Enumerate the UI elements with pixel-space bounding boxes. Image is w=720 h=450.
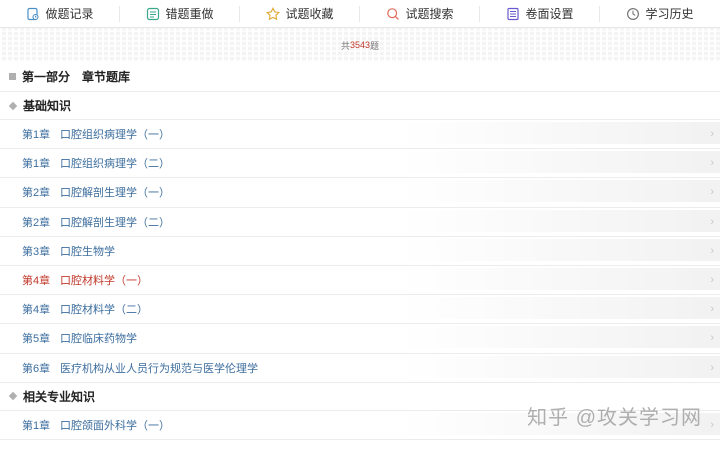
star-icon <box>266 6 281 20</box>
settings-icon <box>507 7 520 20</box>
count-suffix: 题 <box>370 40 380 51</box>
settings-button[interactable]: 卷面设置 <box>480 0 600 27</box>
count-number: 3543 <box>349 40 371 50</box>
chapter-row[interactable]: 第4章 口腔材料学（一） › <box>0 266 720 296</box>
redo-wrong-button[interactable]: 错题重做 <box>120 0 240 27</box>
toolbar: 做题记录 错题重做 试题收藏 试题搜索 卷面设置 学习历史 <box>0 0 720 28</box>
row-shade <box>400 209 720 232</box>
record-icon <box>27 7 40 20</box>
part-title: 第一部分 章节题库 <box>22 70 131 84</box>
chapter-number: 第2章 <box>22 216 51 229</box>
record-button[interactable]: 做题记录 <box>0 0 120 27</box>
chapter-row[interactable]: 第3章 口腔生物学 › <box>0 237 720 266</box>
chapter-number: 第2章 <box>22 187 51 200</box>
chapter-number: 第4章 <box>22 304 51 317</box>
record-label: 做题记录 <box>45 7 94 21</box>
row-shade <box>400 297 720 320</box>
chapter-row[interactable]: 第2章 口腔解剖生理学（二） › <box>0 208 720 237</box>
chevron-right-icon: › <box>710 157 714 170</box>
row-shade <box>400 267 720 290</box>
row-shade <box>400 151 720 174</box>
chevron-right-icon: › <box>710 303 714 316</box>
favorites-button[interactable]: 试题收藏 <box>240 0 360 27</box>
chapter-row[interactable]: 第1章 口腔组织病理学（二） › <box>0 149 720 179</box>
row-shade <box>400 180 720 203</box>
chapter-number: 第1章 <box>22 419 51 432</box>
question-count-bar: 共 3543 题 <box>0 28 720 62</box>
chapter-name: 口腔临床药物学 <box>60 333 137 346</box>
group-title: 相关专业知识 <box>23 389 96 404</box>
chevron-right-icon: › <box>710 273 714 286</box>
part-header: 第一部分 章节题库 <box>0 62 720 92</box>
history-label: 学习历史 <box>645 7 694 21</box>
group-header-basic: 基础知识 <box>0 92 720 120</box>
chapter-name: 口腔材料学（二） <box>60 304 148 317</box>
row-shade <box>400 238 720 261</box>
chapter-number: 第1章 <box>22 129 51 142</box>
square-bullet-icon <box>9 73 16 80</box>
chevron-right-icon: › <box>710 128 714 140</box>
chapter-row[interactable]: 第1章 口腔组织病理学（一） › <box>0 120 720 150</box>
chapter-row[interactable]: 第5章 口腔临床药物学 › <box>0 324 720 354</box>
chapter-name: 口腔材料学（一） <box>60 275 148 288</box>
chapter-number: 第3章 <box>22 245 51 258</box>
chapter-row[interactable]: 第2章 口腔解剖生理学（一） › <box>0 178 720 208</box>
chapter-number: 第6章 <box>22 362 51 375</box>
chevron-right-icon: › <box>710 332 714 345</box>
redo-icon <box>147 7 160 20</box>
settings-label: 卷面设置 <box>525 7 574 21</box>
diamond-bullet-icon <box>8 391 18 401</box>
search-button[interactable]: 试题搜索 <box>360 0 480 27</box>
chapter-row[interactable]: 第4章 口腔材料学（二） › <box>0 295 720 325</box>
group-title: 基础知识 <box>23 99 72 113</box>
chevron-right-icon: › <box>710 244 714 257</box>
chapter-list-basic: 第1章 口腔组织病理学（一） › 第1章 口腔组织病理学（二） › 第2章 口腔解剖生理学（一… <box>0 120 720 383</box>
chapter-number: 第1章 <box>22 158 51 171</box>
chapter-name: 医疗机构从业人员行为规范与医学伦理学 <box>60 362 258 375</box>
search-label: 试题搜索 <box>405 7 454 21</box>
chevron-right-icon: › <box>710 215 714 228</box>
chapter-name: 口腔解剖生理学（二） <box>60 216 170 229</box>
search-icon <box>387 7 400 20</box>
chapter-name: 口腔组织病理学（二） <box>60 158 170 171</box>
row-shade <box>400 326 720 349</box>
chapter-number: 第4章 <box>22 275 51 288</box>
chapter-row[interactable]: 第6章 医疗机构从业人员行为规范与医学伦理学 › <box>0 354 720 383</box>
chapter-number: 第5章 <box>22 333 51 346</box>
diamond-bullet-icon <box>8 101 18 110</box>
chapter-name: 口腔组织病理学（一） <box>60 129 170 142</box>
watermark: 知乎 @攻关学习网 <box>527 407 702 429</box>
chevron-right-icon: › <box>710 418 714 431</box>
chapter-name: 口腔颌面外科学（一） <box>60 419 170 432</box>
chapter-name: 口腔生物学 <box>60 245 115 258</box>
redo-label: 错题重做 <box>165 7 214 21</box>
favorites-label: 试题收藏 <box>285 7 334 21</box>
chapter-name: 口腔解剖生理学（一） <box>60 187 170 200</box>
count-prefix: 共 <box>340 40 350 51</box>
history-icon <box>627 7 640 20</box>
chevron-right-icon: › <box>710 361 714 374</box>
row-shade <box>400 122 720 144</box>
chevron-right-icon: › <box>710 186 714 199</box>
history-button[interactable]: 学习历史 <box>600 0 720 27</box>
row-shade <box>400 355 720 378</box>
